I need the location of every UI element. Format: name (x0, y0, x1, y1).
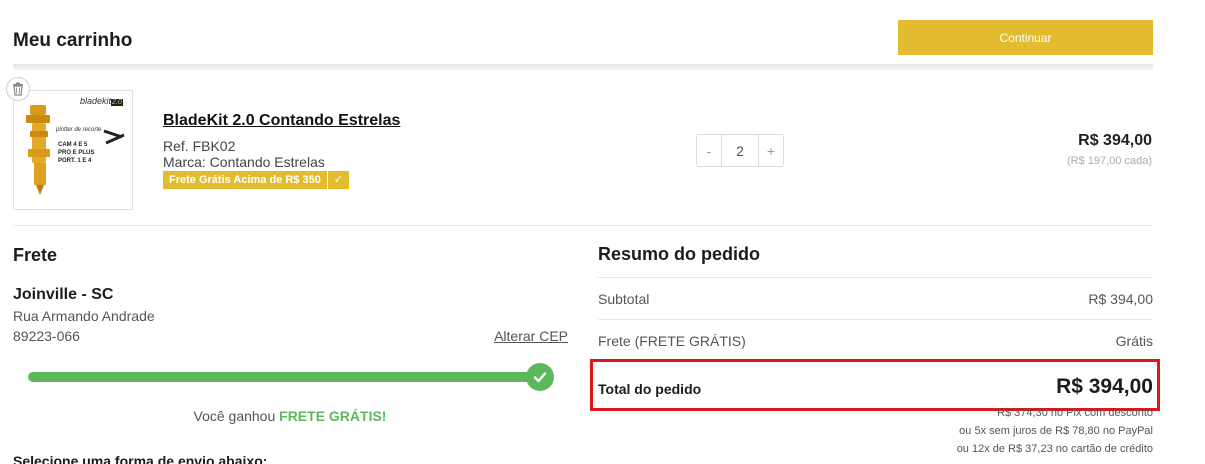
product-brand: Marca: Contando Estrelas (163, 154, 325, 170)
item-price-total: R$ 394,00 (1078, 132, 1152, 149)
shipping-city: Joinville - SC (13, 286, 114, 303)
header-divider (13, 64, 1153, 70)
quantity-input[interactable]: 2 (721, 135, 759, 166)
item-price-each: (R$ 197,00 cada) (1067, 155, 1152, 167)
subtotal-label: Subtotal (598, 291, 650, 307)
product-image-models: CAM 4 E 5 PRO E PLUS PORT. 1 E 4 (58, 142, 95, 164)
remove-item-button[interactable] (6, 77, 30, 101)
decrease-quantity-button[interactable]: - (697, 135, 721, 166)
quantity-stepper: - 2 + (696, 134, 784, 167)
product-image[interactable]: bladekit2.0 plotter de recorte CAM 4 E 5… (13, 90, 133, 210)
item-divider (13, 225, 1153, 226)
free-shipping-progress-fill (28, 372, 540, 382)
summary-divider (598, 319, 1153, 320)
summary-title: Resumo do pedido (598, 244, 760, 264)
shipping-street: Rua Armando Andrade (13, 308, 155, 324)
product-image-caption: plotter de recorte (56, 127, 102, 133)
check-icon: ✓ (326, 171, 349, 189)
free-shipping-message-prefix: Você ganhou (193, 408, 280, 424)
card-installments: ou 12x de R$ 37,23 no cartão de crédito (956, 443, 1153, 455)
shipping-method-label: Selecione uma forma de envio abaixo: (13, 453, 268, 464)
shipping-title: Frete (13, 245, 58, 265)
shipping-cost-value: Grátis (1115, 333, 1153, 349)
free-shipping-message: Você ganhou FRETE GRÁTIS! (13, 408, 567, 424)
page-title: Meu carrinho (13, 30, 133, 51)
shipping-cep: 89223-066 (13, 328, 80, 344)
order-total-label: Total do pedido (598, 381, 702, 397)
increase-quantity-button[interactable]: + (759, 135, 783, 166)
free-shipping-progress-bar (28, 372, 540, 382)
product-name-link[interactable]: BladeKit 2.0 Contando Estrelas (163, 112, 400, 130)
continue-button[interactable]: Continuar (898, 20, 1153, 55)
order-total-value: R$ 394,00 (1056, 375, 1153, 398)
product-logo: bladekit2.0 (80, 96, 123, 106)
shipping-cost-label: Frete (FRETE GRÁTIS) (598, 333, 746, 349)
pix-price: R$ 374,30 no Pix com desconto (997, 407, 1153, 419)
paypal-installments: ou 5x sem juros de R$ 78,80 no PayPal (959, 425, 1153, 437)
check-circle-icon (526, 363, 554, 391)
free-shipping-badge-label: Frete Grátis Acima de R$ 350 (163, 171, 327, 189)
trash-icon (13, 82, 23, 96)
free-shipping-message-highlight: FRETE GRÁTIS! (279, 408, 387, 424)
product-ref: Ref. FBK02 (163, 138, 236, 154)
free-shipping-badge: Frete Grátis Acima de R$ 350 ✓ (163, 171, 349, 189)
subtotal-value: R$ 394,00 (1088, 291, 1153, 307)
summary-divider (598, 277, 1153, 278)
change-cep-link[interactable]: Alterar CEP (494, 328, 568, 344)
